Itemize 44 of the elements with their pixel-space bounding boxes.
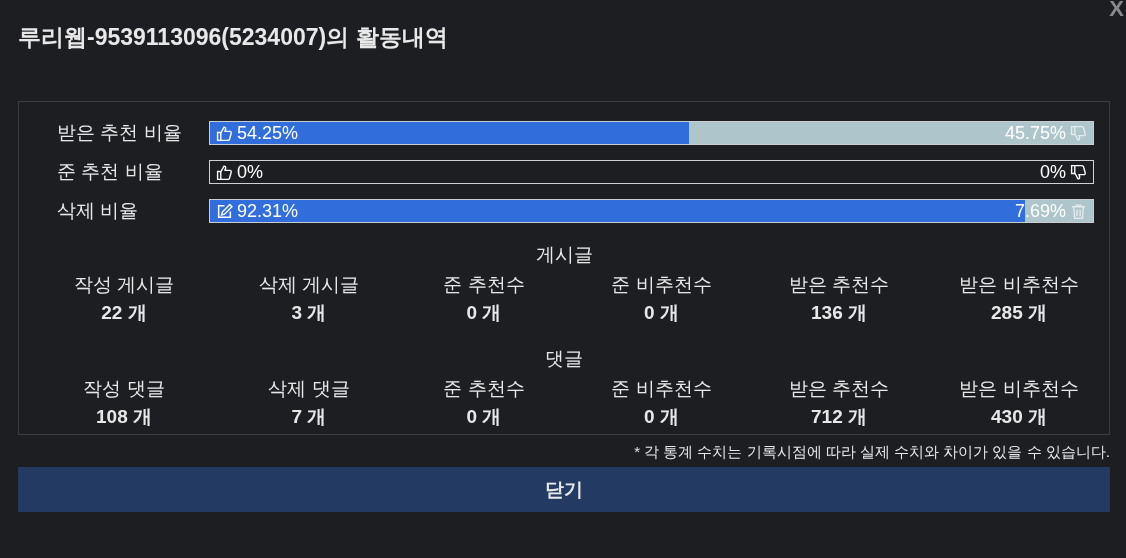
stat-value: 285 개	[991, 301, 1047, 325]
stat-label: 받은 비추천수	[959, 273, 1079, 297]
stat-label: 삭제 댓글	[268, 377, 350, 401]
dialog-title: 루리웹-9539113096(5234007)의 활동내역	[18, 23, 448, 52]
stat-value: 0 개	[466, 405, 502, 429]
stat-value: 430 개	[991, 405, 1047, 429]
ratio-percent: 45.75%	[1004, 122, 1066, 144]
stat-label: 받은 비추천수	[959, 377, 1079, 401]
stat-label: 준 비추천수	[611, 377, 712, 401]
stat-value: 7 개	[291, 405, 327, 429]
section-title: 게시글	[534, 243, 594, 267]
close-button[interactable]: X	[1109, 0, 1126, 22]
ratio-percent: 54.25%	[237, 122, 299, 144]
section-title: 댓글	[544, 347, 584, 371]
trash-icon	[1070, 202, 1087, 220]
stat-label: 준 추천수	[443, 273, 525, 297]
thumbs-down-icon	[1070, 163, 1087, 181]
stat-value: 0 개	[466, 301, 502, 325]
edit-icon	[216, 202, 233, 220]
ratio-label: 받은 추천 비율	[56, 121, 183, 145]
stat-value: 3 개	[291, 301, 327, 325]
stat-value: 108 개	[96, 405, 152, 429]
close-button[interactable]: 닫기	[18, 467, 1110, 512]
stat-value: 712 개	[811, 405, 867, 429]
ratio-label: 준 추천 비율	[56, 160, 164, 184]
stat-label: 작성 댓글	[83, 377, 165, 401]
stat-label: 삭제 게시글	[258, 273, 360, 297]
stat-value: 0 개	[644, 301, 679, 325]
ratio-percent: 92.31%	[237, 200, 299, 222]
ratio-label: 삭제 비율	[56, 199, 140, 223]
stat-value: 22 개	[101, 301, 147, 325]
ratio-percent: 0%	[237, 161, 263, 183]
stat-label: 받은 추천수	[788, 377, 890, 401]
stat-label: 준 비추천수	[611, 273, 712, 297]
stat-value: 0 개	[644, 405, 679, 429]
stat-label: 준 추천수	[443, 377, 525, 401]
thumbs-up-icon	[216, 124, 233, 142]
thumbs-down-icon	[1070, 124, 1087, 142]
stat-label: 작성 게시글	[73, 273, 175, 297]
disclaimer-note: * 각 통계 수치는 기록시점에 따라 실제 수치와 차이가 있을 수 있습니다.	[633, 442, 1110, 462]
thumbs-up-icon	[216, 163, 233, 181]
stat-value: 136 개	[811, 301, 867, 325]
stat-label: 받은 추천수	[788, 273, 890, 297]
ratio-percent: 0%	[1040, 161, 1066, 183]
